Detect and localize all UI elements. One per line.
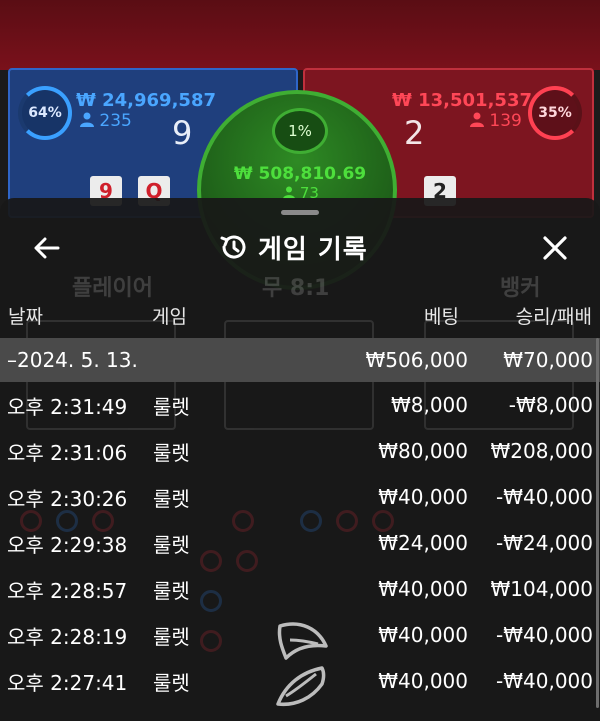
row-game: 룰렛	[153, 440, 190, 465]
history-clock-icon	[220, 235, 246, 259]
banker-area-label: 뱅커	[500, 276, 541, 301]
banker-percent-ring: 35%	[528, 86, 582, 140]
player-percent: 64%	[28, 105, 62, 121]
column-header-result: 승리/패배	[515, 306, 592, 328]
row-bet: ₩40,000	[378, 669, 468, 693]
row-result: -₩8,000	[508, 393, 593, 417]
row-game: 룰렛	[153, 532, 190, 557]
date-group-label: –2024. 5. 13.	[7, 348, 138, 372]
row-game: 룰렛	[153, 670, 190, 695]
player-area-label: 플레이어	[72, 276, 153, 301]
arrow-left-icon	[34, 237, 60, 259]
banker-percent: 35%	[538, 105, 572, 121]
row-bet: ₩8,000	[390, 393, 468, 417]
back-button[interactable]	[28, 232, 64, 264]
tie-area-label: 무 8:1	[262, 276, 330, 301]
row-bet: ₩40,000	[378, 577, 468, 601]
player-bettor-count: 235	[80, 111, 132, 131]
player-total-amount: ₩ 24,969,587	[76, 90, 216, 111]
row-time: 오후 2:31:06	[7, 440, 128, 465]
banker-count-value: 139	[489, 111, 522, 131]
row-game: 룰렛	[153, 578, 190, 603]
row-bet: ₩40,000	[378, 623, 468, 647]
game-history-sheet: 플레이어 무 8:1 뱅커 게임 기록 날짜 게임 베팅 승리/패배 –2024…	[0, 198, 600, 721]
tie-total-amount: ₩ 508,810.69	[233, 164, 367, 184]
row-time: 오후 2:27:41	[7, 670, 128, 695]
banker-total-amount: ₩ 13,501,537	[392, 90, 532, 111]
history-row[interactable]: 오후 2:30:26 룰렛 ₩40,000 -₩40,000	[0, 474, 600, 520]
row-result: -₩24,000	[496, 531, 593, 555]
banker-score: 2	[404, 114, 425, 152]
sheet-drag-handle[interactable]	[281, 210, 319, 215]
row-result: -₩40,000	[496, 623, 593, 647]
row-bet: ₩24,000	[378, 531, 468, 555]
column-header-game: 게임	[152, 306, 187, 328]
row-bet: ₩40,000	[378, 485, 468, 509]
history-row[interactable]: 오후 2:31:49 룰렛 ₩8,000 -₩8,000	[0, 382, 600, 428]
sheet-title-text: 게임 기록	[258, 234, 368, 265]
row-time: 오후 2:29:38	[7, 532, 128, 557]
history-row[interactable]: 오후 2:28:57 룰렛 ₩40,000 ₩104,000	[0, 566, 600, 612]
player-percent-ring: 64%	[18, 86, 72, 140]
row-game: 룰렛	[153, 624, 190, 649]
close-icon	[543, 236, 567, 260]
row-time: 오후 2:28:57	[7, 578, 128, 603]
sheet-title: 게임 기록	[218, 228, 368, 266]
leaf-logo-icon	[276, 622, 328, 707]
date-group-row[interactable]: –2024. 5. 13. ₩506,000 ₩70,000	[0, 338, 600, 382]
row-time: 오후 2:30:26	[7, 486, 128, 511]
row-game: 룰렛	[153, 486, 190, 511]
row-result: -₩40,000	[496, 669, 593, 693]
row-result: ₩208,000	[490, 439, 593, 463]
person-icon	[80, 112, 94, 127]
banker-bettor-count: 139	[470, 111, 522, 131]
table-top-bar	[0, 0, 600, 70]
column-header-bet: 베팅	[424, 306, 459, 328]
history-row[interactable]: 오후 2:31:06 룰렛 ₩80,000 ₩208,000	[0, 428, 600, 474]
row-game: 룰렛	[153, 394, 190, 419]
date-group-bet-total: ₩506,000	[365, 348, 468, 372]
person-icon	[470, 112, 484, 127]
row-time: 오후 2:28:19	[7, 624, 128, 649]
history-scrollbar[interactable]	[596, 338, 599, 708]
player-count-value: 235	[99, 111, 132, 131]
history-row[interactable]: 오후 2:29:38 룰렛 ₩24,000 -₩24,000	[0, 520, 600, 566]
player-score: 9	[172, 114, 193, 152]
column-header-date: 날짜	[8, 306, 43, 328]
row-result: ₩104,000	[490, 577, 593, 601]
row-bet: ₩80,000	[378, 439, 468, 463]
date-group-result-total: ₩70,000	[503, 348, 593, 372]
row-time: 오후 2:31:49	[7, 394, 128, 419]
close-button[interactable]	[538, 232, 572, 264]
row-result: -₩40,000	[496, 485, 593, 509]
tie-percent: 1%	[288, 122, 312, 140]
